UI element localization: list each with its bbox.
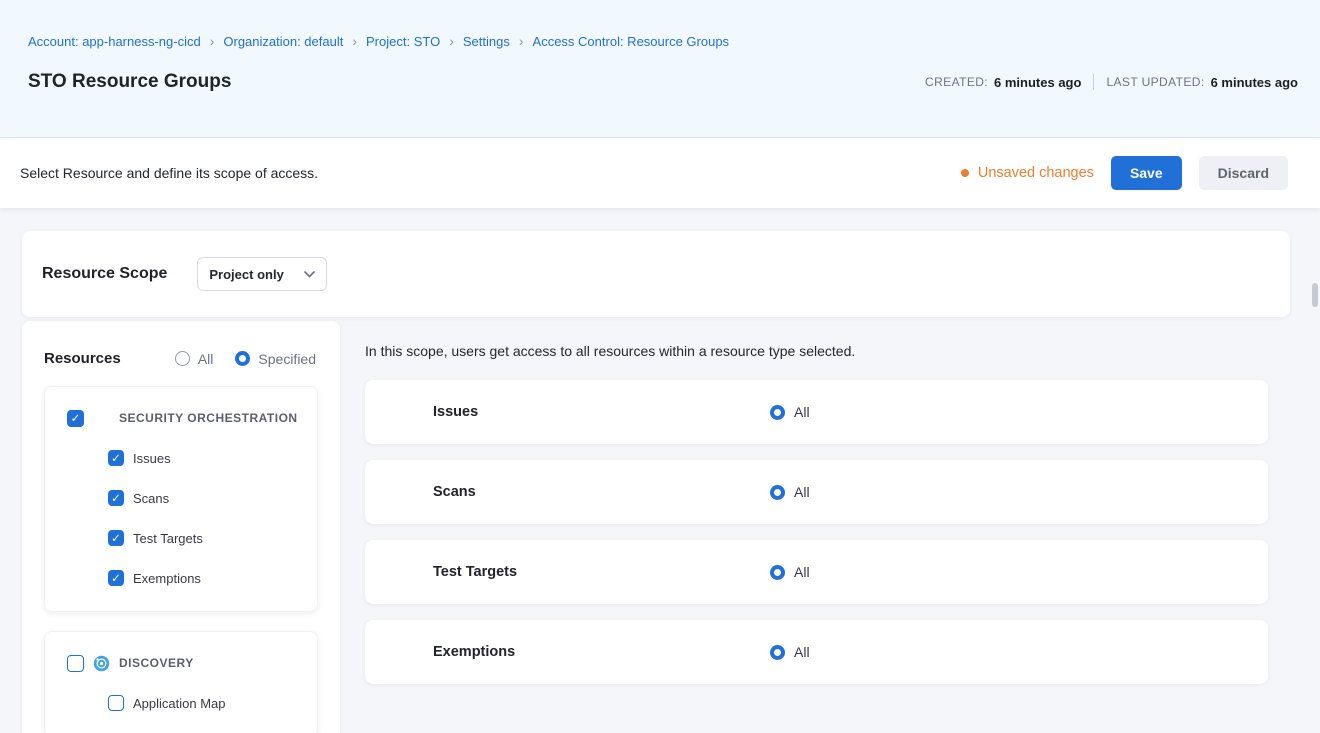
tree-group-security-orchestration: SECURITY ORCHESTRATION Issues Scans Test… <box>44 386 318 612</box>
resource-card-label: Scans <box>433 484 476 500</box>
tree-item-label: Scans <box>133 491 169 506</box>
radio-all-icon[interactable] <box>770 405 785 420</box>
resource-scope-label: Resource Scope <box>42 265 167 283</box>
last-updated-label: LAST UPDATED: <box>1106 75 1204 89</box>
breadcrumb-separator-icon: › <box>352 34 357 48</box>
scope-detail: In this scope, users get access to all r… <box>365 321 1304 700</box>
tree-row-test-targets[interactable]: Test Targets <box>67 518 317 558</box>
created-label: CREATED: <box>925 75 988 89</box>
resource-card-scans: Scans All <box>365 460 1268 524</box>
radio-all-icon[interactable] <box>770 565 785 580</box>
created-value: 6 minutes ago <box>994 75 1081 90</box>
tree-group-discovery: DISCOVERY Application Map <box>44 631 318 733</box>
radio-option-all[interactable]: All <box>175 351 214 367</box>
toolbar-description: Select Resource and define its scope of … <box>20 165 318 181</box>
resource-scope-selected-value: Project only <box>209 267 283 282</box>
resource-card-label: Test Targets <box>433 564 517 580</box>
discard-button[interactable]: Discard <box>1199 156 1288 190</box>
checkbox-security-orchestration[interactable] <box>67 410 84 427</box>
unsaved-changes-status: Unsaved changes <box>961 165 1094 181</box>
resource-card-exemptions: Exemptions All <box>365 620 1268 684</box>
main-content: Resource Scope Project only Resources Al… <box>0 208 1320 733</box>
radio-all-icon[interactable] <box>770 485 785 500</box>
tree-group-label: DISCOVERY <box>119 656 194 670</box>
tree-item-label: Issues <box>133 451 171 466</box>
checkbox-issues[interactable] <box>108 450 124 466</box>
meta-divider <box>1093 74 1094 90</box>
tree-row-application-map[interactable]: Application Map <box>67 683 317 723</box>
breadcrumb-project-link[interactable]: Project: STO <box>366 34 440 49</box>
header-meta: CREATED: 6 minutes ago LAST UPDATED: 6 m… <box>925 74 1298 90</box>
breadcrumb-separator-icon: › <box>519 34 524 48</box>
breadcrumb-resource-groups-link[interactable]: Access Control: Resource Groups <box>533 34 730 49</box>
page-title: STO Resource Groups <box>28 71 231 93</box>
radio-all-label: All <box>198 351 214 367</box>
breadcrumb-settings-link[interactable]: Settings <box>463 34 510 49</box>
resource-card-test-targets: Test Targets All <box>365 540 1268 604</box>
radio-specified-label: Specified <box>258 351 316 367</box>
shield-search-icon <box>386 477 417 508</box>
tree-row-group[interactable]: SECURITY ORCHESTRATION <box>67 398 317 438</box>
vertical-scrollbar-thumb[interactable] <box>1312 283 1318 307</box>
radar-icon <box>93 655 110 672</box>
checkbox-application-map[interactable] <box>108 695 124 711</box>
shield-search-icon <box>93 410 110 427</box>
breadcrumb-organization-link[interactable]: Organization: default <box>223 34 343 49</box>
page-header: Account: app-harness-ng-cicd › Organizat… <box>0 0 1320 138</box>
resources-panel: Resources All Specified S <box>22 321 340 733</box>
access-all-label: All <box>794 484 810 500</box>
access-option-all[interactable]: All <box>770 644 810 660</box>
access-all-label: All <box>794 644 810 660</box>
shield-search-icon <box>386 557 417 588</box>
scope-description: In this scope, users get access to all r… <box>365 343 1304 359</box>
last-updated-value: 6 minutes ago <box>1211 75 1298 90</box>
radio-all-icon[interactable] <box>770 645 785 660</box>
chevron-down-icon <box>304 271 315 278</box>
tree-row-group[interactable]: DISCOVERY <box>67 643 317 683</box>
action-toolbar: Select Resource and define its scope of … <box>0 138 1320 208</box>
resource-scope-select[interactable]: Project only <box>197 257 327 291</box>
tree-row-scans[interactable]: Scans <box>67 478 317 518</box>
checkbox-scans[interactable] <box>108 490 124 506</box>
resource-card-label: Exemptions <box>433 644 515 660</box>
tree-item-label: Test Targets <box>133 531 203 546</box>
radio-specified-icon[interactable] <box>235 351 250 366</box>
shield-search-icon <box>386 637 417 668</box>
tree-item-label: Exemptions <box>133 571 201 586</box>
unsaved-dot-icon <box>961 169 969 177</box>
tree-group-label: SECURITY ORCHESTRATION <box>119 411 298 425</box>
tree-row-issues[interactable]: Issues <box>67 438 317 478</box>
resource-card-issues: Issues All <box>365 380 1268 444</box>
tree-row-exemptions[interactable]: Exemptions <box>67 558 317 598</box>
access-option-all[interactable]: All <box>770 404 810 420</box>
breadcrumb-separator-icon: › <box>449 34 454 48</box>
breadcrumb-account-link[interactable]: Account: app-harness-ng-cicd <box>28 34 201 49</box>
radio-option-specified[interactable]: Specified <box>235 351 316 367</box>
checkbox-discovery[interactable] <box>67 655 84 672</box>
resources-panel-title: Resources <box>44 350 121 367</box>
radio-all-icon[interactable] <box>175 351 190 366</box>
access-all-label: All <box>794 564 810 580</box>
checkbox-exemptions[interactable] <box>108 570 124 586</box>
save-button[interactable]: Save <box>1111 156 1182 190</box>
access-option-all[interactable]: All <box>770 484 810 500</box>
access-all-label: All <box>794 404 810 420</box>
checkbox-test-targets[interactable] <box>108 530 124 546</box>
resource-scope-card: Resource Scope Project only <box>22 231 1290 317</box>
breadcrumb: Account: app-harness-ng-cicd › Organizat… <box>28 34 1298 49</box>
tree-item-label: Application Map <box>133 696 226 711</box>
shield-search-icon <box>386 397 417 428</box>
access-option-all[interactable]: All <box>770 564 810 580</box>
breadcrumb-separator-icon: › <box>210 34 215 48</box>
unsaved-changes-label: Unsaved changes <box>978 165 1094 181</box>
resource-card-label: Issues <box>433 404 478 420</box>
